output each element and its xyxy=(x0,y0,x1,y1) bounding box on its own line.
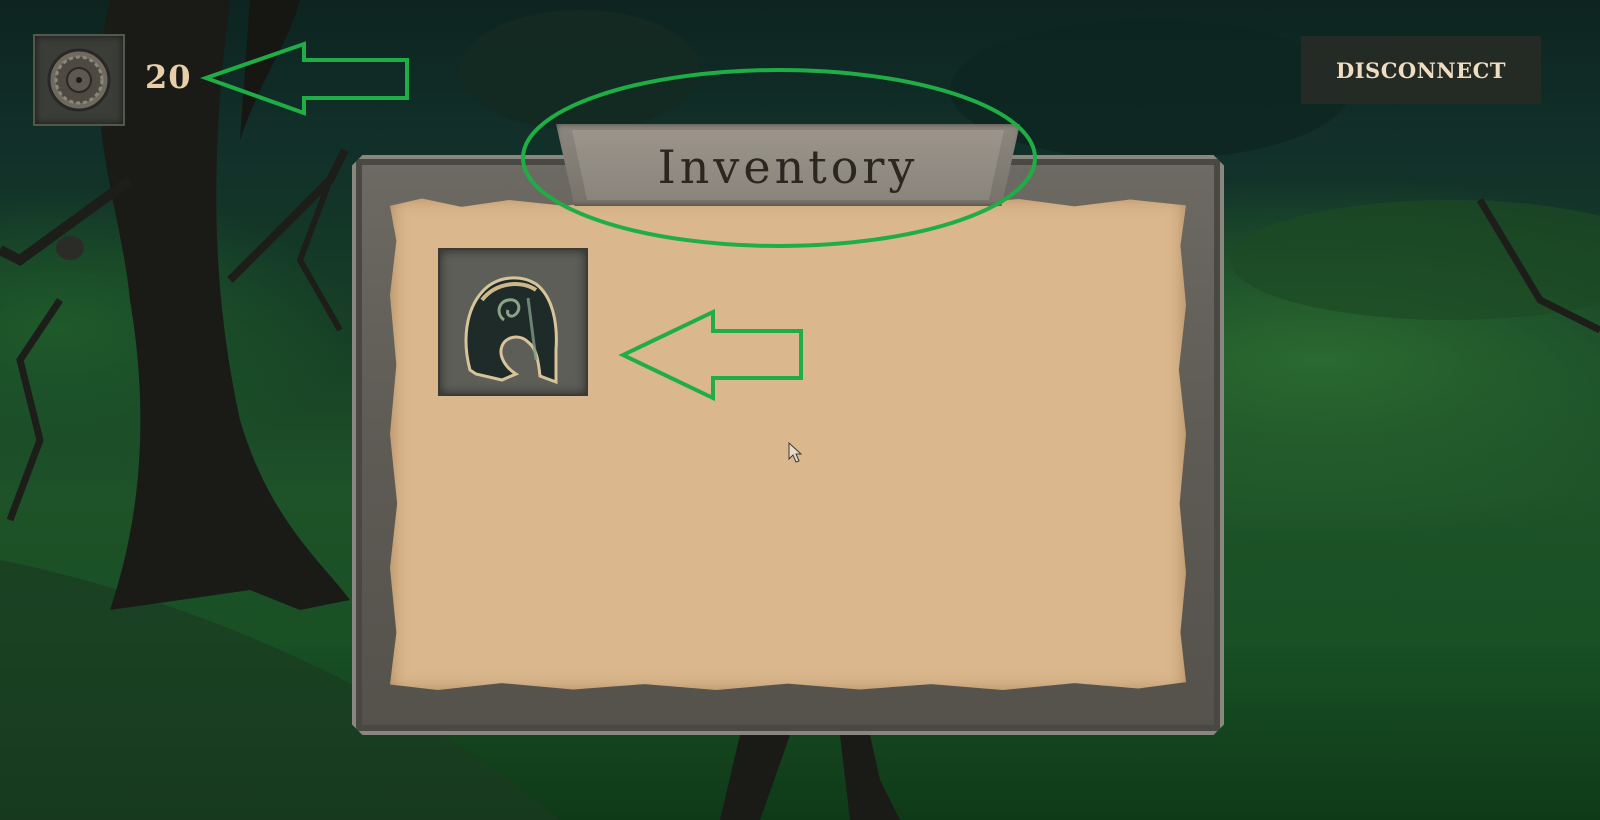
helmet-icon xyxy=(464,276,558,385)
coin-count: 20 xyxy=(145,58,192,96)
coin-slot xyxy=(33,34,125,126)
mouse-cursor-icon xyxy=(788,442,803,463)
inventory-slot-helmet[interactable] xyxy=(438,248,588,396)
inventory-title: Inventory xyxy=(657,140,919,194)
disconnect-button[interactable]: DISCONNECT xyxy=(1301,36,1541,104)
coin-icon xyxy=(47,48,111,112)
